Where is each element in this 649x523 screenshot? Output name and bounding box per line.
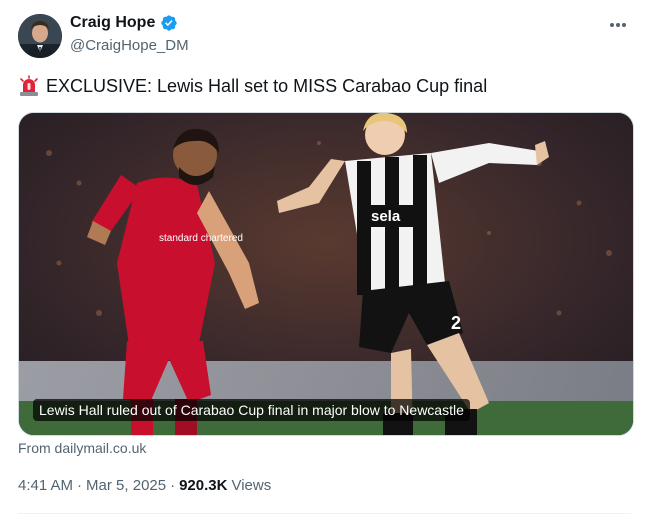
views-label: Views <box>231 477 272 494</box>
more-dot <box>622 23 627 27</box>
author-display-name[interactable]: Craig Hope <box>70 14 155 32</box>
tweet-meta: 4:41 AM · Mar 5, 2025 · 920.3K Views <box>18 477 271 494</box>
tweet-text: EXCLUSIVE: Lewis Hall set to MISS Caraba… <box>46 75 488 96</box>
tweet-container: Craig Hope @CraigHope_DM EXCLUSIVE: Lewi… <box>0 0 649 523</box>
more-options-button[interactable] <box>607 14 629 36</box>
right-shirt-number: 2 <box>451 313 461 333</box>
tweet-text-row: EXCLUSIVE: Lewis Hall set to MISS Caraba… <box>18 75 487 97</box>
meta-separator: · <box>170 477 176 494</box>
author-name-row: Craig Hope <box>70 14 178 32</box>
left-sponsor-text: standard chartered <box>159 233 243 244</box>
tweet-time[interactable]: 4:41 AM <box>18 477 73 494</box>
divider <box>18 513 631 514</box>
avatar-icon <box>18 14 62 58</box>
card-source-link[interactable]: From dailymail.co.uk <box>18 440 146 456</box>
tweet-date[interactable]: Mar 5, 2025 <box>86 477 166 494</box>
avatar[interactable] <box>18 14 62 58</box>
link-card[interactable]: standard chartered sela 2 Lewis Hall rul… <box>18 112 634 436</box>
right-sponsor-text: sela <box>371 208 401 225</box>
meta-separator: · <box>77 477 83 494</box>
more-dots-icon <box>609 23 614 27</box>
views-count: 920.3K <box>179 477 228 494</box>
article-photo: standard chartered sela 2 <box>19 113 633 435</box>
card-caption: Lewis Hall ruled out of Carabao Cup fina… <box>33 399 470 421</box>
author-handle[interactable]: @CraigHope_DM <box>70 37 189 54</box>
siren-icon <box>18 75 40 97</box>
verified-badge-icon <box>160 14 178 32</box>
more-dot <box>616 23 620 27</box>
